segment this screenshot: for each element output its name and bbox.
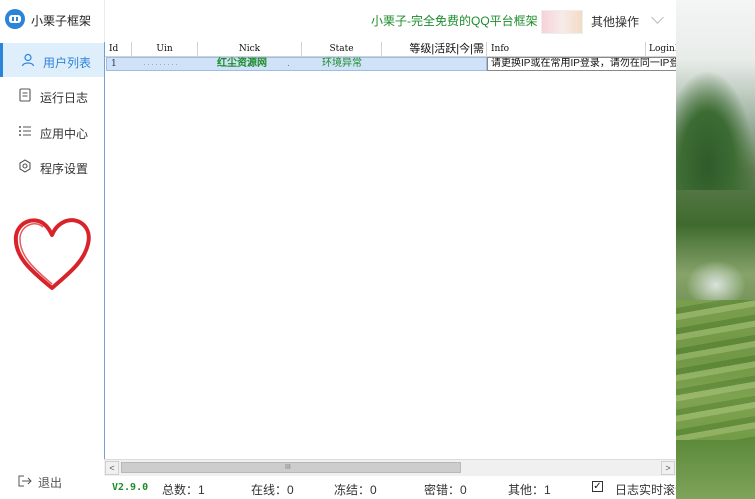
horizontal-scrollbar[interactable]: < III > [104, 459, 676, 476]
sidebar: 用户列表 运行日志 应用中心 程序设置 退出 [0, 42, 105, 499]
landscape-background-image [676, 0, 755, 499]
cell-id: 1 [111, 59, 117, 69]
frozen-count: 冻结：0 [334, 483, 377, 497]
sidebar-item-user-list[interactable]: 用户列表 [0, 43, 104, 77]
sidebar-item-run-log[interactable]: 运行日志 [0, 78, 104, 112]
top-bar: 小栗子框架 小栗子-完全免费的QQ平台框架 其他操作 [0, 0, 676, 43]
online-count: 在线：0 [251, 483, 294, 497]
cell-separator: . [287, 58, 290, 69]
sidebar-item-label: 应用中心 [40, 127, 89, 141]
app-name: 小栗子框架 [31, 14, 92, 28]
heart-image [13, 218, 91, 290]
scroll-left-button[interactable]: < [105, 461, 119, 475]
table-header: Id Uin Nick State 等级|活跃|今|需 Info LoginI [105, 42, 678, 57]
column-header-nick[interactable]: Nick [198, 42, 302, 56]
sidebar-item-label: 用户列表 [43, 56, 92, 70]
column-header-id[interactable]: Id [105, 42, 132, 56]
sidebar-item-label: 运行日志 [40, 91, 89, 105]
version-label: V2.9.0 [112, 482, 149, 493]
slogan: 小栗子-完全免费的QQ平台框架 [371, 14, 538, 28]
list-icon [18, 124, 32, 138]
cell-state: 环境异常 [322, 58, 362, 69]
user-icon [21, 53, 35, 67]
column-header-uin[interactable]: Uin [132, 42, 198, 56]
logout-label: 退出 [38, 476, 63, 490]
column-header-state[interactable]: State [302, 42, 382, 56]
logout-icon [18, 475, 32, 490]
cell-uin: ········· [143, 59, 179, 69]
column-header-level[interactable]: 等级|活跃|今|需 [382, 42, 487, 56]
table-row[interactable]: 1 ········· 红尘资源网 . 环境异常 [106, 57, 487, 71]
other-count: 其他：1 [508, 483, 551, 497]
scroll-right-button[interactable]: > [661, 461, 675, 475]
chevron-down-icon[interactable] [651, 11, 664, 24]
column-header-login[interactable]: LoginI [646, 42, 678, 56]
logo-area: 小栗子框架 [0, 0, 105, 42]
status-bar: V2.9.0 总数：1 在线：0 冻结：0 密错：0 其他：1 ✓ 日志实时滚动 [104, 476, 687, 499]
scroll-grip: III [285, 464, 291, 471]
sidebar-item-settings[interactable]: 程序设置 [0, 149, 104, 183]
sidebar-item-label: 程序设置 [40, 162, 89, 176]
document-icon [18, 88, 32, 102]
column-header-info[interactable]: Info [487, 42, 646, 56]
scroll-thumb[interactable] [121, 462, 461, 473]
other-ops-button[interactable]: 其他操作 [591, 13, 639, 30]
total-count: 总数：1 [162, 483, 205, 497]
avatar[interactable] [541, 10, 583, 34]
app-logo-icon [5, 9, 25, 29]
log-scroll-checkbox[interactable]: ✓ [592, 481, 603, 492]
user-table: Id Uin Nick State 等级|活跃|今|需 Info LoginI … [104, 42, 739, 459]
logout-button[interactable]: 退出 [18, 474, 62, 491]
password-error-count: 密错：0 [424, 483, 467, 497]
sidebar-item-app-center[interactable]: 应用中心 [0, 114, 104, 148]
gear-icon [18, 159, 32, 173]
cell-nick: 红尘资源网 [217, 58, 267, 69]
